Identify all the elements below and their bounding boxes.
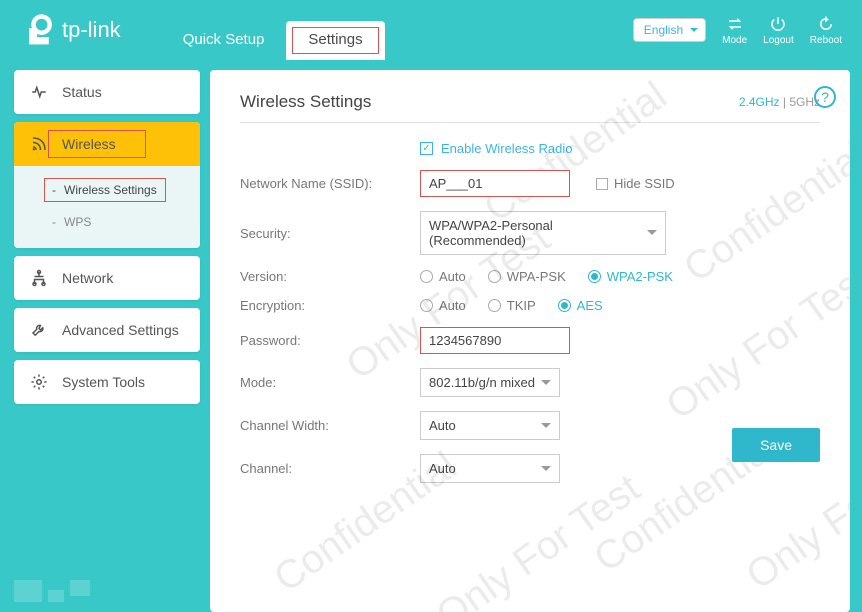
- channel-width-select[interactable]: Auto: [420, 411, 560, 440]
- nav-wireless-label: Wireless: [62, 136, 116, 152]
- tab-settings[interactable]: Settings: [286, 21, 384, 60]
- subnav-wps[interactable]: WPS: [14, 206, 200, 238]
- nav-network[interactable]: Network: [14, 256, 200, 300]
- language-select[interactable]: English: [633, 18, 706, 42]
- status-icon: [30, 83, 48, 101]
- enc-auto-radio[interactable]: Auto: [420, 298, 466, 313]
- channel-width-label: Channel Width:: [240, 418, 420, 433]
- mode-select[interactable]: 802.11b/g/n mixed: [420, 368, 560, 397]
- nav-advanced[interactable]: Advanced Settings: [14, 308, 200, 352]
- nav-status[interactable]: Status: [14, 70, 200, 114]
- ssid-label: Network Name (SSID):: [240, 176, 420, 191]
- version-label: Version:: [240, 269, 420, 284]
- gear-icon: [30, 373, 48, 391]
- ssid-input[interactable]: [420, 170, 570, 197]
- chevron-down-icon: [541, 423, 551, 433]
- reboot-label: Reboot: [810, 35, 842, 46]
- logout-button[interactable]: Logout: [763, 15, 794, 46]
- mode-button[interactable]: Mode: [722, 15, 747, 46]
- nav-advanced-label: Advanced Settings: [62, 322, 179, 338]
- security-select[interactable]: WPA/WPA2-Personal (Recommended): [420, 211, 666, 255]
- chevron-down-icon: [541, 380, 551, 390]
- logout-label: Logout: [763, 35, 794, 46]
- version-wpa2-radio[interactable]: WPA2-PSK: [588, 269, 673, 284]
- enc-tkip-radio[interactable]: TKIP: [488, 298, 536, 313]
- chevron-down-icon: [647, 230, 657, 240]
- band-toggle[interactable]: 2.4GHz | 5GHz: [739, 95, 820, 109]
- help-button[interactable]: ?: [814, 86, 836, 108]
- hide-ssid-checkbox[interactable]: [596, 178, 608, 190]
- watermark: Only For Test: [429, 466, 649, 612]
- tplink-icon: [20, 12, 56, 48]
- brand-logo: tp-link: [20, 12, 121, 48]
- enc-aes-radio[interactable]: AES: [558, 298, 603, 313]
- channel-label: Channel:: [240, 461, 420, 476]
- save-button[interactable]: Save: [732, 428, 820, 462]
- nav-system-label: System Tools: [62, 374, 145, 390]
- reboot-button[interactable]: Reboot: [810, 15, 842, 46]
- channel-select[interactable]: Auto: [420, 454, 560, 483]
- enable-wireless-checkbox[interactable]: ✓: [420, 142, 433, 155]
- enable-wireless-label: Enable Wireless Radio: [441, 141, 573, 156]
- band-24[interactable]: 2.4GHz: [739, 95, 780, 109]
- hide-ssid-label: Hide SSID: [614, 176, 675, 191]
- network-icon: [30, 269, 48, 287]
- tab-quick-setup[interactable]: Quick Setup: [161, 21, 287, 60]
- nav-network-label: Network: [62, 270, 113, 286]
- footer-decoration: [14, 580, 90, 602]
- page-title: Wireless Settings: [240, 92, 371, 112]
- mode-icon: [725, 15, 745, 33]
- wrench-icon: [30, 321, 48, 339]
- version-wpa-radio[interactable]: WPA-PSK: [488, 269, 566, 284]
- security-label: Security:: [240, 226, 420, 241]
- password-input[interactable]: [420, 327, 570, 354]
- password-label: Password:: [240, 333, 420, 348]
- brand-text: tp-link: [62, 17, 121, 43]
- nav-system[interactable]: System Tools: [14, 360, 200, 404]
- encryption-label: Encryption:: [240, 298, 420, 313]
- subnav-wireless-settings[interactable]: Wireless Settings: [14, 174, 200, 206]
- chevron-down-icon: [541, 466, 551, 476]
- nav-status-label: Status: [62, 84, 102, 100]
- mode-label: Mode:: [240, 375, 420, 390]
- version-auto-radio[interactable]: Auto: [420, 269, 466, 284]
- mode-label: Mode: [722, 35, 747, 46]
- logout-icon: [768, 15, 788, 33]
- wireless-icon: [30, 135, 48, 153]
- nav-wireless[interactable]: Wireless: [14, 122, 200, 166]
- reboot-icon: [816, 15, 836, 33]
